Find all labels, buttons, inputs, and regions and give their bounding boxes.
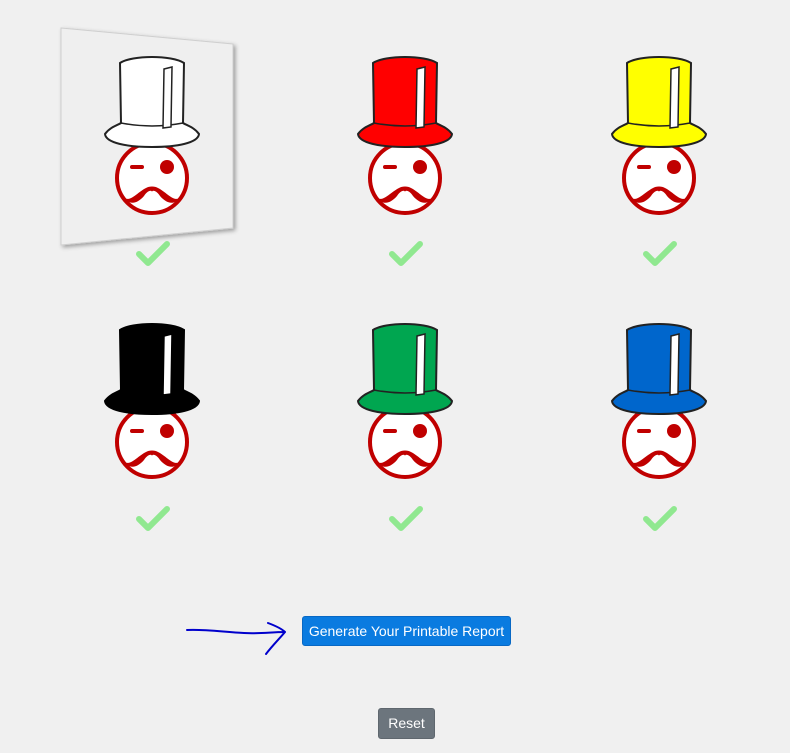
top-hat: [356, 56, 454, 149]
monopoly-man-icon: [356, 56, 454, 215]
monopoly-man-icon: [103, 56, 201, 215]
face: [115, 141, 189, 215]
checkmark-icon: [643, 241, 677, 266]
top-hat: [103, 323, 201, 416]
reset-button[interactable]: Reset: [378, 708, 435, 739]
character-card[interactable]: [599, 317, 719, 487]
monopoly-man-icon: [103, 323, 201, 479]
annotation-arrow-icon: [186, 622, 286, 655]
character-card[interactable]: [345, 317, 465, 487]
face: [368, 405, 442, 479]
monopoly-man-icon: [610, 56, 708, 215]
character-card[interactable]: [92, 317, 212, 487]
character-card[interactable]: [599, 50, 719, 220]
face: [368, 141, 442, 215]
face: [115, 405, 189, 479]
top-hat: [103, 56, 201, 149]
character-card[interactable]: [345, 50, 465, 220]
checkmark-icon: [389, 506, 423, 531]
character-card[interactable]: [92, 50, 212, 220]
checkmark-icon: [643, 506, 677, 531]
top-hat: [610, 56, 708, 149]
checkmark-icon: [389, 241, 423, 266]
monopoly-man-icon: [610, 323, 708, 479]
monopoly-man-icon: [356, 323, 454, 479]
top-hat: [610, 323, 708, 416]
top-hat: [356, 323, 454, 416]
generate-report-button[interactable]: Generate Your Printable Report: [302, 616, 511, 646]
checkmark-icon: [136, 241, 170, 266]
face: [622, 141, 696, 215]
checkmark-icon: [136, 506, 170, 531]
face: [622, 405, 696, 479]
